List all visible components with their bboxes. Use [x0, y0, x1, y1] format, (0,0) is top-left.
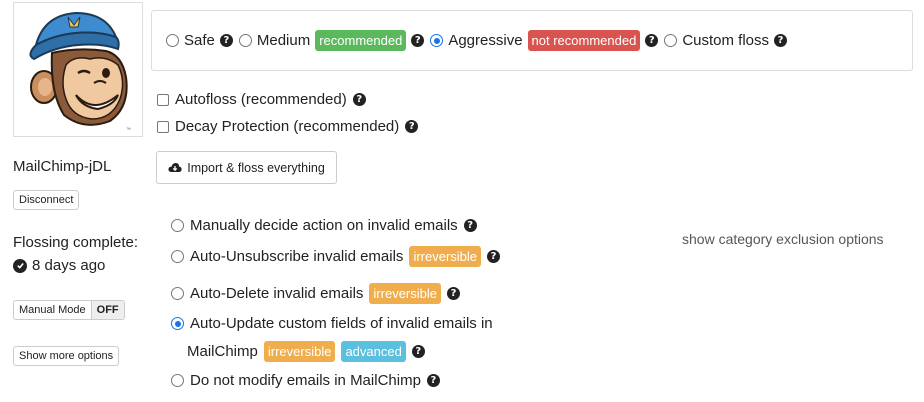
floss-time-label: 8 days ago — [32, 257, 106, 274]
mode-option-aggressive[interactable]: Aggressive not recommended ? — [430, 30, 659, 51]
mode-label-custom: Custom floss — [682, 32, 770, 49]
help-icon[interactable]: ? — [352, 93, 366, 106]
invalid-option-update[interactable]: Auto-Update custom fields of invalid ema… — [171, 315, 493, 332]
irreversible-badge: irreversible — [369, 283, 441, 304]
radio-do-not-modify[interactable] — [171, 374, 184, 387]
radio-custom-floss[interactable] — [664, 34, 678, 47]
invalid-label-delete: Auto-Delete invalid emails — [190, 285, 364, 302]
invalid-option-delete[interactable]: Auto-Delete invalid emails irreversible … — [171, 283, 460, 304]
decay-protection-label: Decay Protection (recommended) — [175, 118, 400, 135]
radio-auto-update[interactable] — [171, 317, 184, 330]
help-icon[interactable]: ? — [645, 34, 659, 47]
help-icon[interactable]: ? — [426, 374, 440, 387]
help-icon[interactable]: ? — [411, 345, 425, 358]
autofloss-option[interactable]: Autofloss (recommended) ? — [157, 91, 366, 108]
mailchimp-logo: ™ — [13, 2, 143, 137]
manual-mode-toggle[interactable]: Manual Mode OFF — [13, 300, 125, 320]
help-icon[interactable]: ? — [219, 34, 233, 47]
radio-safe[interactable] — [166, 34, 179, 47]
svg-text:™: ™ — [126, 127, 131, 133]
invalid-option-unsubscribe[interactable]: Auto-Unsubscribe invalid emails irrevers… — [171, 246, 501, 267]
floss-mode-panel: Safe ? Medium recommended ? Aggressive n… — [151, 10, 913, 71]
import-floss-label: Import & floss everything — [187, 160, 325, 175]
disconnect-button[interactable]: Disconnect — [13, 190, 80, 210]
radio-auto-unsubscribe[interactable] — [171, 250, 184, 263]
floss-status-label: Flossing complete: — [13, 234, 139, 251]
radio-aggressive[interactable] — [430, 34, 444, 47]
invalid-label-update-cont: MailChimp — [187, 343, 258, 360]
help-icon[interactable]: ? — [774, 34, 788, 47]
irreversible-badge: irreversible — [409, 246, 482, 267]
manual-mode-state[interactable]: OFF — [90, 301, 124, 319]
mode-label-medium: Medium — [256, 32, 311, 49]
invalid-label-manual: Manually decide action on invalid emails — [190, 217, 458, 234]
autofloss-label: Autofloss (recommended) — [175, 91, 347, 108]
show-more-options-button[interactable]: Show more options — [13, 346, 120, 366]
decay-protection-checkbox[interactable] — [157, 120, 169, 133]
autofloss-checkbox[interactable] — [157, 93, 169, 106]
radio-medium[interactable] — [238, 34, 252, 47]
floss-time: 8 days ago — [13, 257, 105, 274]
help-icon[interactable]: ? — [405, 120, 419, 133]
invalid-label-update: Auto-Update custom fields of invalid ema… — [190, 315, 493, 332]
help-icon[interactable]: ? — [447, 287, 460, 300]
help-icon[interactable]: ? — [411, 34, 425, 47]
radio-auto-delete[interactable] — [171, 287, 184, 300]
decay-protection-option[interactable]: Decay Protection (recommended) ? — [157, 118, 419, 135]
help-icon[interactable]: ? — [487, 250, 501, 263]
irreversible-badge: irreversible — [263, 341, 336, 362]
advanced-badge: advanced — [341, 341, 406, 362]
manual-mode-label: Manual Mode — [19, 304, 86, 316]
mailchimp-freddie-icon: ™ — [29, 11, 131, 133]
invalid-label-no-modify: Do not modify emails in MailChimp — [190, 372, 421, 389]
invalid-option-update-cont: MailChimp irreversible advanced ? — [187, 341, 425, 362]
account-name: MailChimp-jDL — [13, 158, 112, 175]
recommended-badge: recommended — [315, 30, 407, 51]
help-icon[interactable]: ? — [463, 219, 477, 232]
mode-label-aggressive: Aggressive — [448, 32, 523, 49]
category-exclusion-link[interactable]: show category exclusion options — [682, 231, 884, 247]
cloud-download-icon — [168, 163, 182, 172]
invalid-label-unsubscribe: Auto-Unsubscribe invalid emails — [190, 248, 404, 265]
mode-option-safe[interactable]: Safe ? — [166, 32, 233, 49]
mode-option-medium[interactable]: Medium recommended ? — [238, 30, 425, 51]
invalid-option-manual[interactable]: Manually decide action on invalid emails… — [171, 217, 477, 234]
check-circle-icon — [13, 258, 27, 273]
not-recommended-badge: not recommended — [527, 30, 641, 51]
invalid-option-no-modify[interactable]: Do not modify emails in MailChimp ? — [171, 372, 440, 389]
mode-option-custom[interactable]: Custom floss ? — [664, 32, 788, 49]
radio-manual-decide[interactable] — [171, 219, 184, 232]
mode-label-safe: Safe — [184, 32, 215, 49]
import-floss-button[interactable]: Import & floss everything — [156, 151, 337, 184]
